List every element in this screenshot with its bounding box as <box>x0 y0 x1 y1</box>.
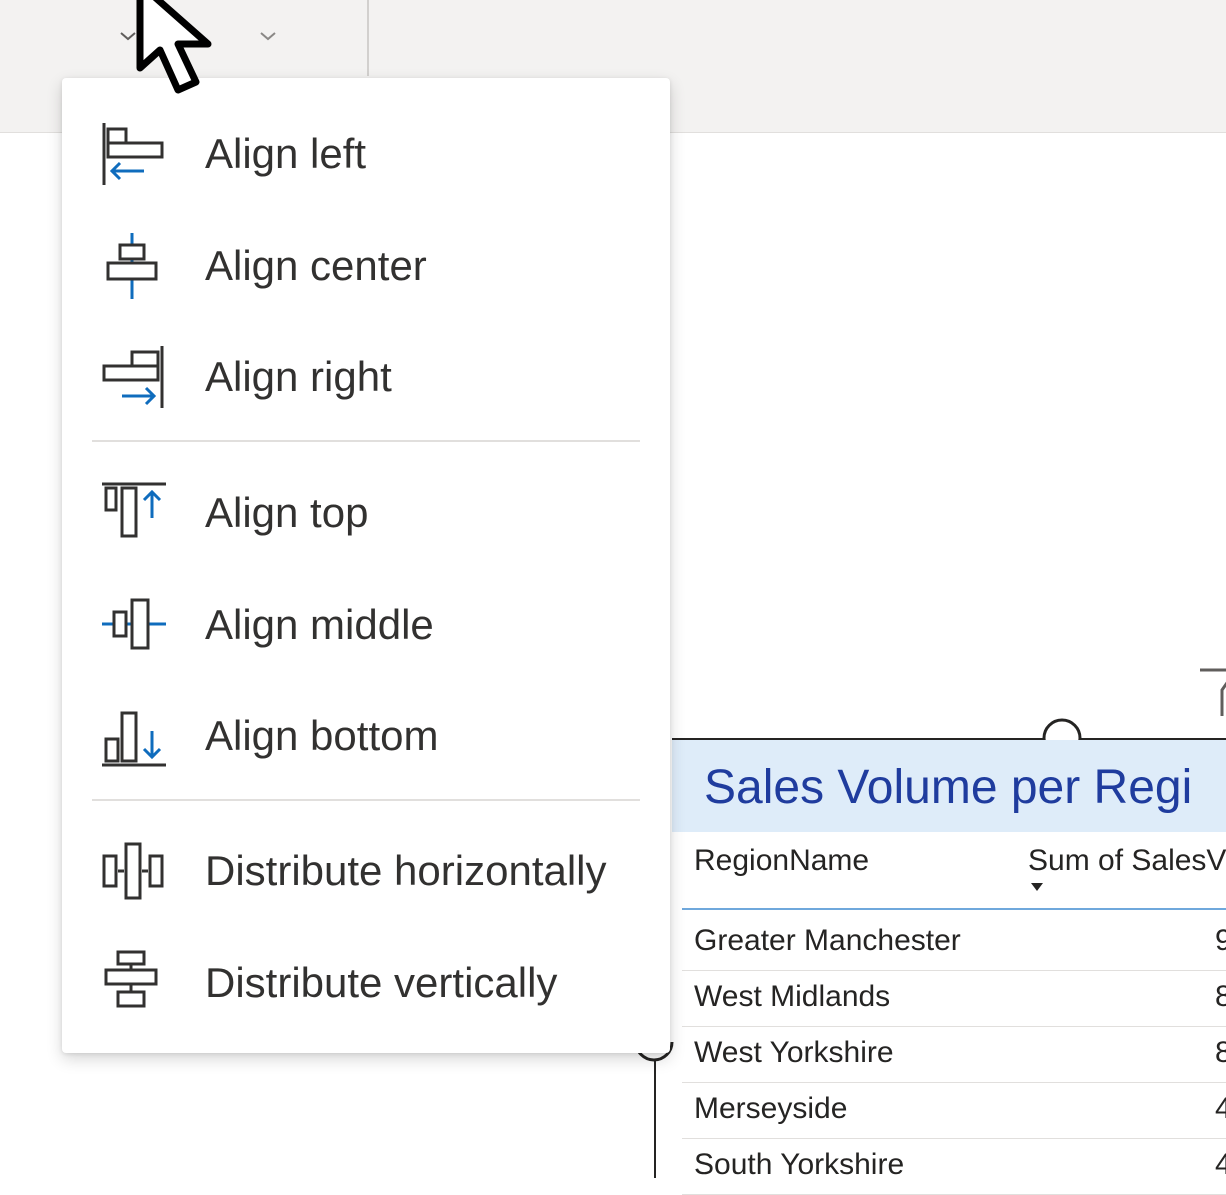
table-row[interactable]: West Yorkshire 8 <box>682 1026 1226 1083</box>
table-row[interactable]: South Yorkshire 4 <box>682 1138 1226 1195</box>
visual-title: Sales Volume per Regi <box>704 761 1193 814</box>
cell-region-name: Greater Manchester <box>694 924 961 957</box>
menu-item-label: Align top <box>205 489 369 536</box>
align-bottom-icon <box>102 711 166 767</box>
cell-sales-value: 8 <box>1215 1036 1226 1069</box>
cell-sales-value: 4 <box>1215 1092 1226 1125</box>
menu-item-distribute-horizontally[interactable]: Distribute horizontally <box>62 821 670 921</box>
column-header-regionname[interactable]: RegionName <box>694 844 869 878</box>
table-visual[interactable]: Sales Volume per Regi RegionName Sum of … <box>634 668 1226 1195</box>
menu-item-label: Align right <box>205 353 392 400</box>
align-middle-icon <box>102 598 166 650</box>
align-right-icon <box>102 346 164 408</box>
cell-sales-value: 4 <box>1215 1148 1226 1181</box>
align-center-icon <box>106 233 158 299</box>
align-top-icon <box>102 482 166 538</box>
menu-item-label: Align center <box>205 242 427 289</box>
mouse-cursor-icon <box>136 0 212 94</box>
cell-region-name: South Yorkshire <box>694 1148 905 1181</box>
header-underline <box>682 908 1226 910</box>
menu-item-align-middle[interactable]: Align middle <box>62 575 670 675</box>
distribute-horizontally-icon <box>102 842 164 900</box>
menu-item-align-top[interactable]: Align top <box>62 463 670 563</box>
sort-descending-icon <box>1031 883 1043 891</box>
menu-divider <box>92 440 640 442</box>
cell-sales-value: 8 <box>1215 980 1226 1013</box>
align-left-icon <box>102 123 164 185</box>
table-row[interactable]: Merseyside 4 <box>682 1082 1226 1139</box>
cell-region-name: Merseyside <box>694 1092 848 1125</box>
table-row[interactable]: Greater Manchester 9 <box>682 914 1226 971</box>
distribute-vertically-icon <box>104 950 158 1008</box>
cell-sales-value: 9 <box>1215 924 1226 957</box>
chevron-down-icon[interactable] <box>256 24 280 48</box>
menu-item-align-center[interactable]: Align center <box>62 216 670 316</box>
cell-region-name: West Yorkshire <box>694 1036 894 1069</box>
menu-item-align-left[interactable]: Align left <box>62 104 670 204</box>
menu-item-label: Distribute vertically <box>205 959 558 1006</box>
menu-item-align-bottom[interactable]: Align bottom <box>62 686 670 786</box>
column-header-sum-of-sales[interactable]: Sum of SalesV <box>1028 844 1226 878</box>
toolbar-divider <box>367 0 369 76</box>
menu-item-label: Align middle <box>205 601 434 648</box>
menu-item-align-right[interactable]: Align right <box>62 327 670 427</box>
filter-icon[interactable] <box>1198 668 1226 720</box>
menu-item-distribute-vertically[interactable]: Distribute vertically <box>62 933 670 1033</box>
menu-item-label: Align left <box>205 130 367 177</box>
cell-region-name: West Midlands <box>694 980 891 1013</box>
menu-item-label: Align bottom <box>205 712 439 759</box>
menu-item-label: Distribute horizontally <box>205 847 607 894</box>
menu-divider <box>92 799 640 801</box>
align-dropdown-menu: Align left Align center Align right Alig… <box>62 78 670 1053</box>
table-row[interactable]: West Midlands 8 <box>682 970 1226 1027</box>
visual-title-band: Sales Volume per Regi <box>672 740 1226 832</box>
